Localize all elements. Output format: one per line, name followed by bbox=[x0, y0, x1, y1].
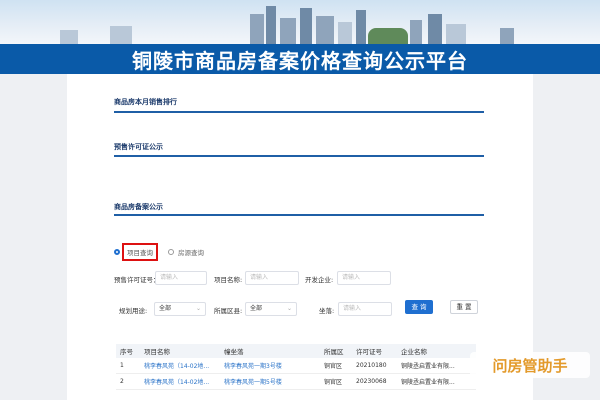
results-table: 序号 项目名称 幢坐落 所属区 许可证号 企业名称 1 桃李春风苑（14-02地… bbox=[116, 344, 476, 390]
chevron-down-icon: ⌄ bbox=[195, 305, 201, 312]
house-query-radio[interactable] bbox=[168, 249, 174, 255]
project-query-radio[interactable] bbox=[114, 249, 120, 255]
title-bar: 铜陵市商品房备案价格查询公示平台 bbox=[0, 44, 600, 74]
query-mode-group: 项目查询 房源查询 bbox=[114, 243, 204, 261]
table-header: 序号 项目名称 幢坐落 所属区 许可证号 企业名称 bbox=[116, 344, 476, 358]
project-query-label[interactable]: 项目查询 bbox=[122, 243, 158, 261]
column-header-permit: 许可证号 bbox=[356, 348, 382, 356]
district-label: 所属区县: bbox=[214, 307, 243, 315]
cell-company: 铜陵丞启置业有限... bbox=[401, 363, 455, 370]
section-title-presale-permit: 预售许可证公示 bbox=[114, 143, 163, 151]
usage-select-value: 全部 bbox=[159, 305, 172, 312]
permit-label: 预售许可证号： bbox=[114, 276, 160, 284]
section-divider bbox=[114, 111, 484, 113]
developer-input[interactable]: 请输入 bbox=[337, 271, 391, 285]
chevron-down-icon: ⌄ bbox=[286, 305, 292, 312]
location-input[interactable]: 请输入 bbox=[338, 302, 392, 316]
page-title: 铜陵市商品房备案价格查询公示平台 bbox=[132, 48, 468, 73]
main-panel: 商品房本月销售排行 预售许可证公示 商品房备案公示 项目查询 房源查询 预售许可… bbox=[67, 74, 533, 400]
column-header-company: 企业名称 bbox=[401, 348, 427, 356]
column-header-district: 所属区 bbox=[324, 348, 344, 356]
cell-project-link[interactable]: 桃李春风苑（14-02地... bbox=[144, 377, 224, 386]
header-banner-image bbox=[0, 0, 600, 44]
watermark-logo: 问房管助手 bbox=[470, 352, 590, 378]
section-title-monthly-sales: 商品房本月销售排行 bbox=[114, 98, 177, 106]
column-header-building: 幢坐落 bbox=[224, 348, 244, 356]
query-button[interactable]: 查 询 bbox=[405, 300, 433, 314]
house-query-label[interactable]: 房源查询 bbox=[178, 247, 204, 257]
section-divider bbox=[114, 155, 484, 157]
cell-building-link[interactable]: 桃李春风苑一期5号楼 bbox=[224, 377, 324, 386]
cell-permit: 20230068 bbox=[356, 378, 387, 385]
reset-button[interactable]: 重 置 bbox=[450, 300, 478, 314]
project-name-input[interactable]: 请输入 bbox=[245, 271, 299, 285]
table-row: 2 桃李春风苑（14-02地... 桃李春风苑一期5号楼 铜官区 2023006… bbox=[116, 374, 476, 390]
table-row: 1 桃李春风苑（14-02地... 桃李春风苑一期3号楼 铜官区 2021018… bbox=[116, 358, 476, 374]
section-divider bbox=[114, 214, 484, 216]
district-select-value: 全部 bbox=[250, 305, 263, 312]
cell-project-link[interactable]: 桃李春风苑（14-02地... bbox=[144, 361, 224, 370]
cell-company: 铜陵丞启置业有限... bbox=[401, 379, 455, 386]
cell-building-link[interactable]: 桃李春风苑一期3号楼 bbox=[224, 361, 324, 370]
cell-permit: 20210180 bbox=[356, 362, 387, 369]
cell-index: 2 bbox=[120, 378, 124, 385]
cell-district: 铜官区 bbox=[324, 363, 343, 370]
district-select[interactable]: 全部 ⌄ bbox=[245, 302, 297, 316]
column-header-index: 序号 bbox=[120, 348, 133, 356]
usage-label: 规划用途: bbox=[119, 307, 148, 315]
cell-district: 铜官区 bbox=[324, 379, 343, 386]
cell-index: 1 bbox=[120, 362, 124, 369]
column-header-project: 项目名称 bbox=[144, 348, 170, 356]
section-title-filing: 商品房备案公示 bbox=[114, 203, 163, 211]
project-name-label: 项目名称: bbox=[214, 276, 243, 284]
permit-input[interactable]: 请输入 bbox=[155, 271, 207, 285]
developer-label: 开发企业: bbox=[305, 276, 334, 284]
usage-select[interactable]: 全部 ⌄ bbox=[154, 302, 206, 316]
location-label: 坐落: bbox=[319, 307, 335, 315]
